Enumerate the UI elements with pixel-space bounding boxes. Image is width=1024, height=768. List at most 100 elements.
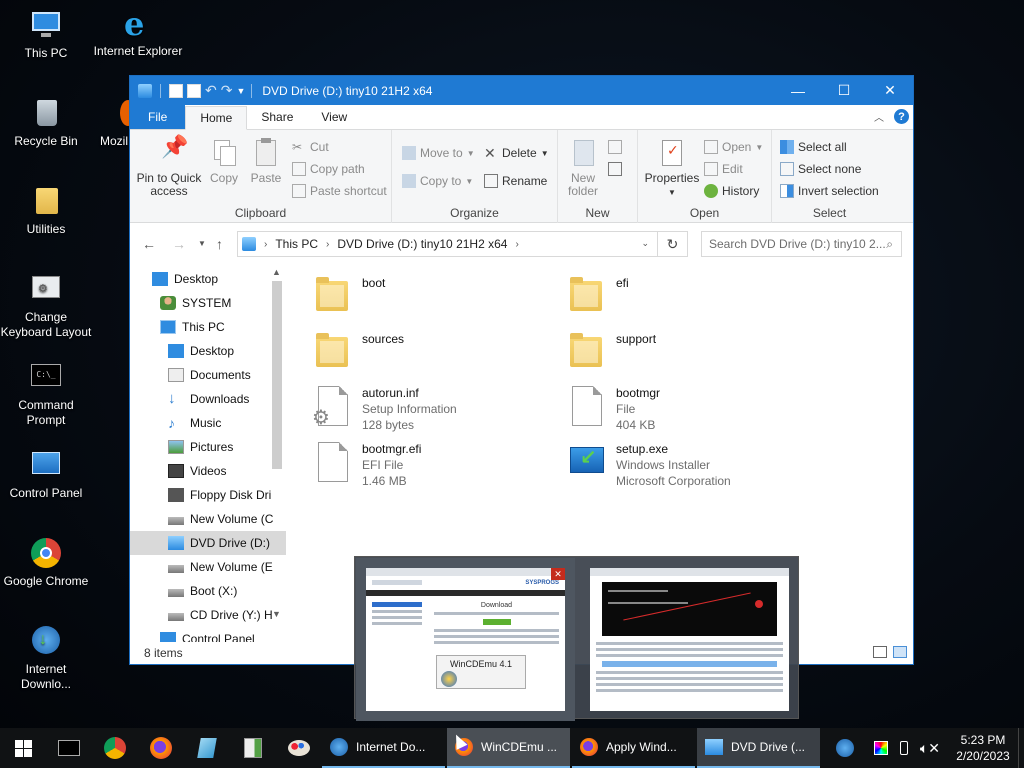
undo-icon[interactable]: ↶ xyxy=(205,82,217,99)
nav-documents[interactable]: Documents xyxy=(130,363,286,387)
pin-to-quick-access-button[interactable]: 📌 Pin to Quick access xyxy=(136,136,202,198)
show-desktop-button[interactable] xyxy=(1018,728,1024,768)
move-to-button[interactable]: Move to ▼ xyxy=(402,146,475,160)
taskbar-chart-app[interactable] xyxy=(230,728,276,768)
taskbar-task-apply-windows[interactable]: Apply Wind... xyxy=(572,728,695,768)
nav-dvd-drive[interactable]: DVD Drive (D:) xyxy=(130,531,286,555)
internet-explorer-desktop-icon[interactable]: e Internet Explorer xyxy=(92,6,184,59)
new-folder-quick-icon[interactable] xyxy=(187,83,201,98)
chevron-right-icon[interactable]: › xyxy=(264,239,267,250)
nav-system-user[interactable]: SYSTEM xyxy=(130,291,286,315)
nav-downloads[interactable]: ↓ Downloads xyxy=(130,387,286,411)
properties-button[interactable]: ✓ Properties ▼ xyxy=(642,138,702,199)
mozilla-desktop-icon[interactable]: Mozil xyxy=(92,96,132,149)
copy-button[interactable]: Copy xyxy=(204,138,244,185)
up-arrow-icon[interactable]: ↑ xyxy=(216,236,223,252)
taskbar-task-dvd-drive[interactable]: DVD Drive (... xyxy=(697,728,820,768)
select-all-button[interactable]: Select all xyxy=(780,140,847,154)
taskbar-firefox[interactable] xyxy=(138,728,184,768)
close-button[interactable]: ✕ xyxy=(867,76,913,105)
redo-icon[interactable]: ↷ xyxy=(221,82,233,99)
nav-music[interactable]: ♪ Music xyxy=(130,411,286,435)
paste-shortcut-button[interactable]: Paste shortcut xyxy=(292,184,387,198)
chevron-right-icon[interactable]: › xyxy=(326,239,329,250)
tab-home[interactable]: Home xyxy=(185,106,248,130)
file-item-setup-exe[interactable]: ↙ setup.exe Windows Installer Microsoft … xyxy=(568,441,808,489)
folder-item-boot[interactable]: boot xyxy=(314,275,554,319)
forward-arrow-icon[interactable]: → xyxy=(172,236,186,252)
nav-videos[interactable]: Videos xyxy=(130,459,286,483)
title-bar[interactable]: ↶ ↷ ▼ DVD Drive (D:) tiny10 21H2 x64 — ☐… xyxy=(130,76,913,105)
nav-pictures[interactable]: Pictures xyxy=(130,435,286,459)
nav-boot-x[interactable]: Boot (X:) xyxy=(130,579,286,603)
select-none-button[interactable]: Select none xyxy=(780,162,861,176)
breadcrumb-dvd-drive[interactable]: DVD Drive (D:) tiny10 21H2 x64 xyxy=(337,237,507,251)
large-icons-view-icon[interactable] xyxy=(893,646,907,658)
refresh-button[interactable]: ↻ xyxy=(658,231,688,257)
google-chrome-desktop-icon[interactable]: Google Chrome xyxy=(0,536,92,589)
search-input[interactable]: Search DVD Drive (D:) tiny10 2... ⌕ xyxy=(701,231,902,257)
command-prompt-desktop-icon[interactable]: C:\_ Command Prompt xyxy=(0,360,92,428)
address-dropdown-icon[interactable]: ⌄ xyxy=(641,238,649,249)
taskbar-paint[interactable] xyxy=(276,728,322,768)
back-arrow-icon[interactable]: ← xyxy=(142,236,156,252)
thumbnail-apply-windows-page[interactable] xyxy=(590,568,789,711)
folder-item-support[interactable]: support xyxy=(568,331,808,375)
navigation-scrollbar[interactable]: ▲ ▼ xyxy=(269,267,286,643)
taskbar-task-wincdemu[interactable]: WinCDEmu ... xyxy=(447,728,570,768)
invert-selection-button[interactable]: Invert selection xyxy=(780,184,879,198)
minimize-button[interactable]: — xyxy=(775,76,821,105)
utilities-desktop-icon[interactable]: Utilities xyxy=(0,184,92,237)
nav-desktop-root[interactable]: Desktop xyxy=(130,267,286,291)
control-panel-desktop-icon[interactable]: Control Panel xyxy=(0,448,92,501)
help-icon[interactable]: ? xyxy=(894,109,909,124)
tab-view[interactable]: View xyxy=(307,105,361,129)
tab-file[interactable]: File xyxy=(130,105,186,129)
taskbar-task-internet-download[interactable]: Internet Do... xyxy=(322,728,445,768)
start-button[interactable] xyxy=(0,728,46,768)
address-bar[interactable]: › This PC › DVD Drive (D:) tiny10 21H2 x… xyxy=(237,231,658,257)
new-item-button[interactable] xyxy=(608,140,622,154)
internet-download-manager-desktop-icon[interactable]: ↓ Internet Downlo... xyxy=(0,624,92,692)
chevron-down-icon[interactable]: ▼ xyxy=(236,86,245,96)
nav-new-volume-e[interactable]: New Volume (E xyxy=(130,555,286,579)
delete-button[interactable]: ✕ Delete ▼ xyxy=(484,146,549,160)
taskbar-command-prompt[interactable] xyxy=(46,728,92,768)
ribbon-collapse-icon[interactable]: ︿ xyxy=(874,109,884,124)
color-picker-tray-icon[interactable] xyxy=(873,741,888,755)
tab-share[interactable]: Share xyxy=(247,105,307,129)
thumbnail-close-button[interactable]: ✕ xyxy=(551,568,565,580)
this-pc-desktop-icon[interactable]: This PC xyxy=(0,8,92,61)
scrollbar-thumb[interactable] xyxy=(272,281,282,469)
nav-this-pc[interactable]: This PC xyxy=(130,315,286,339)
thumbnail-wincdemu-page[interactable]: SYSPROGS Download WinCDEmu 4.1 ✕ xyxy=(356,558,575,721)
folder-item-efi[interactable]: efi xyxy=(568,275,808,319)
easy-access-button[interactable] xyxy=(608,162,622,176)
folder-item-sources[interactable]: sources xyxy=(314,331,554,375)
properties-check-icon[interactable] xyxy=(169,83,183,98)
edit-button[interactable]: Edit xyxy=(704,162,743,176)
taskbar-chrome[interactable] xyxy=(92,728,138,768)
chevron-right-icon[interactable]: › xyxy=(515,239,518,250)
history-button[interactable]: History xyxy=(704,184,759,198)
nav-control-panel[interactable]: Control Panel xyxy=(130,627,286,642)
maximize-button[interactable]: ☐ xyxy=(821,76,867,105)
file-item-autorun-inf[interactable]: ⚙ autorun.inf Setup Information 128 byte… xyxy=(312,385,554,433)
copy-to-button[interactable]: Copy to ▼ xyxy=(402,174,473,188)
nav-new-volume-c[interactable]: New Volume (C xyxy=(130,507,286,531)
cut-button[interactable]: ✂ Cut xyxy=(292,140,329,154)
change-keyboard-layout-desktop-icon[interactable]: ⚙ Change Keyboard Layout xyxy=(0,272,92,340)
taskbar-download-manager[interactable] xyxy=(822,728,868,768)
recycle-bin-desktop-icon[interactable]: Recycle Bin xyxy=(0,96,92,149)
nav-desktop[interactable]: Desktop xyxy=(130,339,286,363)
taskbar-notepad[interactable] xyxy=(184,728,230,768)
usb-device-icon[interactable] xyxy=(899,741,908,755)
open-button[interactable]: Open ▼ xyxy=(704,140,763,154)
nav-floppy-disk[interactable]: Floppy Disk Dri xyxy=(130,483,286,507)
recent-locations-chevron-icon[interactable]: ▼ xyxy=(198,239,206,248)
clock[interactable]: 5:23 PM 2/20/2023 xyxy=(948,732,1018,764)
scroll-up-icon[interactable]: ▲ xyxy=(272,267,281,277)
breadcrumb-this-pc[interactable]: This PC xyxy=(275,237,318,251)
file-item-bootmgr-efi[interactable]: bootmgr.efi EFI File 1.46 MB xyxy=(314,441,554,489)
file-item-bootmgr[interactable]: bootmgr File 404 KB xyxy=(568,385,808,433)
